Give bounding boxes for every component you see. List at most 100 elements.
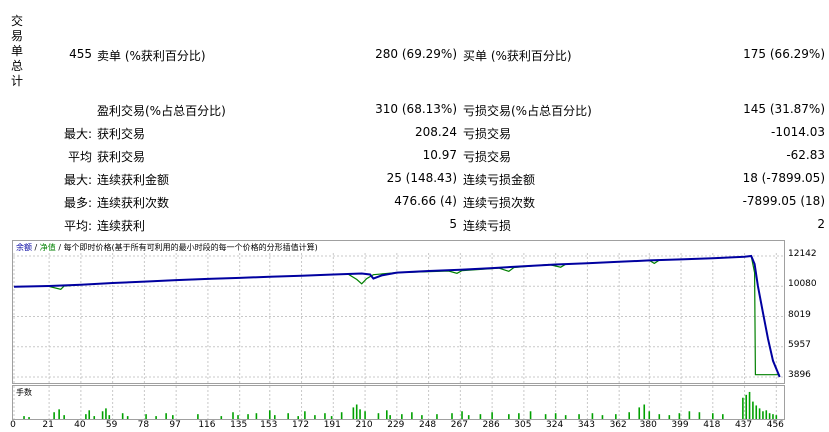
volume-bar (85, 414, 87, 419)
volume-bar (304, 411, 306, 419)
stat-value: 10.97 (422, 148, 457, 162)
volume-bar (755, 405, 758, 419)
stat-value: 2 (817, 217, 825, 231)
volume-bar (364, 411, 366, 419)
volume-bar (63, 415, 65, 419)
x-tick-label: 59 (105, 420, 118, 430)
volume-bar (668, 415, 671, 419)
volume-bar (508, 414, 510, 419)
volume-bar (352, 407, 355, 419)
volume-bar (518, 413, 520, 419)
volume-bar (93, 416, 96, 419)
stat-value: 25 (148.43) (386, 171, 457, 185)
section-label-char: 单 (10, 44, 23, 58)
y-tick-label: 10080 (788, 279, 817, 290)
volume-bar (591, 413, 594, 419)
x-tick-label: 380 (639, 420, 657, 430)
stat-label: 连续亏损金额 (463, 173, 536, 187)
x-tick-label: 456 (766, 420, 784, 430)
volume-bar (688, 411, 691, 419)
x-tick-label: 248 (418, 420, 437, 430)
stat-label: 连续获利 (97, 219, 146, 233)
volume-histogram (13, 386, 778, 419)
volume-bar (58, 409, 60, 419)
x-tick-label: 418 (703, 420, 721, 430)
volume-bar (765, 410, 768, 419)
stat-label: 连续获利次数 (97, 196, 170, 210)
volume-bar (491, 412, 493, 419)
stat-label: 连续亏损 (463, 219, 512, 233)
volume-bar (385, 410, 388, 419)
volume-bar (105, 408, 107, 419)
volume-bar (752, 401, 754, 419)
volume-bar (578, 414, 580, 419)
volume-bar (53, 412, 55, 419)
volume-bar (389, 415, 391, 419)
volume-bar (698, 412, 701, 419)
volume-bar (742, 397, 744, 419)
stat-label: 连续亏损次数 (463, 196, 536, 210)
volume-bar (23, 416, 25, 419)
balance-chart-panel[interactable]: 余额 / 净值 / 每个即时价格(基于所有可利用的最小时段的每一个价格的分形插值… (12, 240, 785, 384)
volume-bar (768, 413, 771, 419)
stat-value: -7899.05 (18) (742, 194, 825, 208)
stat-label: 亏损交易 (463, 127, 512, 141)
stat-prefix: 最大: (63, 173, 92, 187)
volume-panel: 手数 (12, 385, 785, 420)
total-trades-value: 455 (69, 47, 92, 61)
y-tick-label: 8019 (788, 309, 811, 320)
x-tick-label: 153 (260, 420, 278, 430)
stat-label: 亏损交易 (463, 150, 512, 164)
volume-bar (638, 407, 641, 419)
stat-prefix: 平均 (67, 150, 92, 164)
stat-label: 亏损交易(%占总百分比) (463, 104, 592, 118)
volume-bar (324, 413, 326, 419)
x-tick-label: 399 (671, 420, 689, 430)
volume-bar (145, 414, 147, 419)
stat-label: 连续获利金额 (97, 173, 170, 187)
volume-bar (544, 414, 547, 419)
volume-bar (121, 413, 124, 419)
volume-bar (108, 415, 111, 419)
volume-bar (648, 411, 651, 419)
volume-bar (775, 415, 778, 419)
volume-bar (101, 411, 104, 419)
volume-bar (411, 412, 413, 419)
volume-bar (461, 411, 463, 419)
stat-label: 盈利交易(%占总百分比) (97, 104, 226, 118)
x-tick-label: 267 (450, 420, 468, 430)
volume-bar (711, 413, 714, 419)
y-tick-label: 3896 (788, 370, 811, 380)
balance-equity-chart (13, 253, 784, 383)
x-tick-label: 40 (74, 420, 86, 430)
volume-bar (529, 411, 532, 419)
volume-bar (232, 412, 234, 419)
volume-bar (359, 409, 361, 419)
volume-bar (355, 404, 358, 419)
x-tick-label: 135 (230, 420, 248, 430)
x-tick-label: 78 (137, 420, 150, 430)
stat-prefix: 最大: (63, 127, 92, 141)
volume-bar (297, 416, 299, 419)
volume-bar (745, 394, 748, 419)
stat-value: 18 (-7899.05) (742, 171, 825, 185)
volume-bar (247, 414, 249, 419)
section-label-char: 计 (10, 74, 23, 88)
volume-bar (155, 416, 157, 419)
section-label-trades-total: 交 易 单 总 计 (10, 14, 24, 89)
stat-label: 获利交易 (97, 127, 146, 141)
stat-value: 5 (449, 217, 457, 231)
volume-bar (126, 416, 129, 419)
x-tick-label: 191 (323, 420, 341, 430)
x-tick-label: 324 (546, 420, 564, 430)
section-label-char: 交 (10, 14, 23, 28)
volume-bar (165, 413, 167, 419)
x-tick-label: 437 (734, 420, 753, 430)
volume-bar (479, 414, 482, 419)
volume-bar (377, 413, 380, 419)
volume-bar (451, 413, 453, 419)
volume-bar (678, 413, 681, 419)
volume-bar (748, 391, 751, 419)
stat-value: 175 (66.29%) (743, 47, 825, 61)
x-tick-label: 210 (355, 420, 373, 430)
